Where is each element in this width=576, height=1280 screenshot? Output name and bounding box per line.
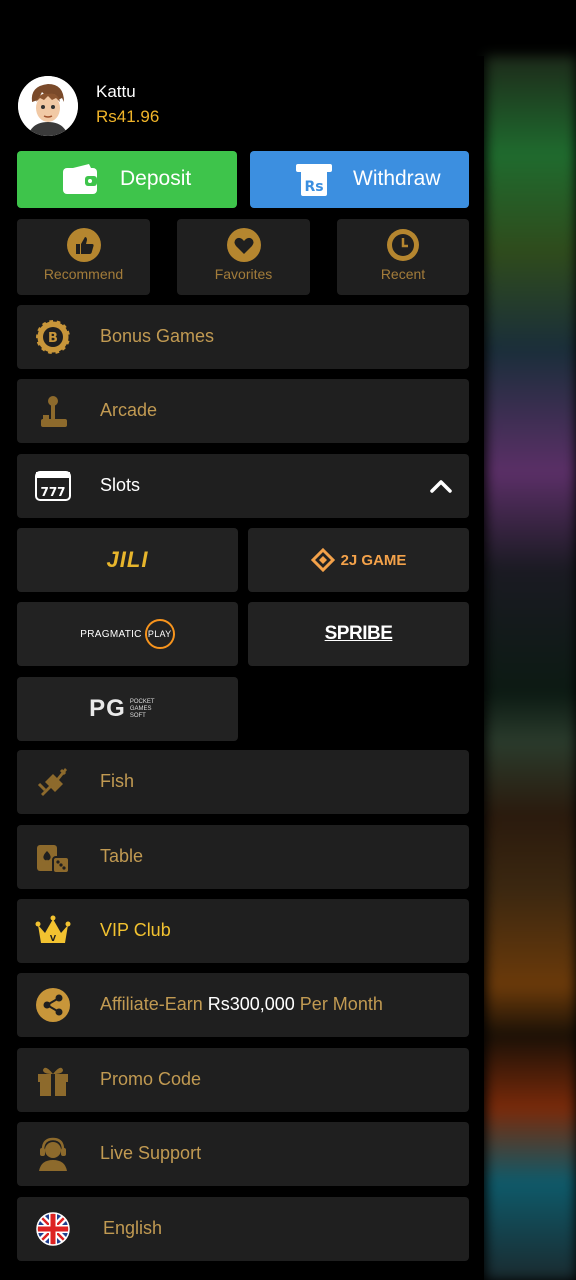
menu-vip-club[interactable]: V VIP Club (17, 899, 469, 963)
gift-icon (38, 1067, 68, 1096)
affiliate-amount: Rs300,000 (207, 994, 295, 1014)
menu-bonus-games[interactable]: B Bonus Games (17, 305, 469, 369)
provider-2j-game[interactable]: 2J GAME (248, 528, 469, 592)
side-drawer: Kattu Rs41.96 Deposit Rs Withdraw Recomm… (0, 56, 484, 1280)
svg-text:777: 777 (40, 485, 65, 499)
provider-pragmatic-play[interactable]: PRAGMATIC PLAY (17, 602, 238, 666)
2j-game-text: 2J GAME (340, 551, 407, 569)
provider-pg-soft[interactable]: PG POCKET GAMES SOFT (17, 677, 238, 741)
2j-diamond-icon (310, 548, 335, 572)
language-label: English (103, 1218, 163, 1238)
share-icon (36, 988, 70, 1022)
pg-text: PG (89, 695, 126, 722)
fish-label: Fish (100, 771, 135, 791)
promo-code-label: Promo Code (100, 1069, 202, 1089)
heart-icon (226, 228, 261, 262)
affiliate-label: Affiliate-Earn Rs300,000 Per Month (100, 994, 383, 1015)
spribe-logo: SPRIBE (324, 623, 393, 644)
bonus-games-label: Bonus Games (100, 326, 215, 346)
cards-dice-icon (37, 845, 70, 874)
uk-flag-icon (36, 1212, 70, 1246)
joystick-icon (41, 396, 67, 427)
pg-small-text: POCKET GAMES SOFT (129, 698, 155, 719)
menu-fish[interactable]: Fish (17, 750, 469, 814)
table-label: Table (100, 846, 144, 866)
pragmatic-text: PRAGMATIC (80, 628, 142, 640)
pragmatic-logo: PRAGMATIC PLAY (80, 619, 175, 649)
thumbs-up-icon (66, 228, 101, 262)
menu-slots[interactable]: 777 Slots (17, 454, 469, 518)
recommend-button[interactable]: Recommend (17, 219, 150, 295)
recent-label: Recent (380, 266, 426, 282)
chevron-up-icon[interactable] (429, 474, 453, 498)
slot-machine-icon: 777 (35, 471, 71, 501)
fish-icon (37, 768, 67, 796)
bonus-chip-icon: B (35, 319, 71, 355)
favorites-button[interactable]: Favorites (177, 219, 310, 295)
withdraw-label: Withdraw (353, 167, 441, 190)
pg-soft-logo: PG POCKET GAMES SOFT (89, 695, 166, 723)
deposit-label: Deposit (120, 167, 192, 190)
favorites-label: Favorites (214, 266, 273, 282)
menu-live-support[interactable]: Live Support (17, 1122, 469, 1186)
recommend-label: Recommend (43, 266, 124, 282)
provider-spribe[interactable]: SPRIBE (248, 602, 469, 666)
arcade-label: Arcade (100, 400, 158, 420)
withdraw-button[interactable]: Rs Withdraw (250, 151, 469, 208)
menu-promo-code[interactable]: Promo Code (17, 1048, 469, 1112)
recent-button[interactable]: Recent (337, 219, 469, 295)
avatar[interactable] (18, 76, 78, 136)
avatar-image (18, 76, 78, 136)
svg-text:B: B (48, 331, 58, 346)
user-header: Kattu Rs41.96 (18, 76, 458, 136)
deposit-button[interactable]: Deposit (17, 151, 237, 208)
headset-icon (39, 1137, 67, 1171)
slots-label: Slots (100, 475, 141, 495)
svg-text:V: V (50, 934, 57, 943)
crown-icon: V (35, 915, 71, 943)
pragmatic-play-badge: PLAY (144, 619, 175, 649)
wallet-icon (63, 164, 97, 194)
menu-arcade[interactable]: Arcade (17, 379, 469, 443)
background-game-blur (486, 56, 576, 1280)
jili-logo: JILI (106, 547, 149, 572)
vip-club-label: VIP Club (100, 920, 171, 940)
menu-affiliate[interactable]: Affiliate-Earn Rs300,000 Per Month (17, 973, 469, 1037)
rupee-atm-icon: Rs (296, 164, 332, 196)
2j-game-logo: 2J GAME (310, 548, 407, 572)
username: Kattu (96, 82, 136, 101)
affiliate-suffix: Per Month (294, 994, 383, 1014)
balance: Rs41.96 (96, 107, 160, 126)
menu-language[interactable]: English (17, 1197, 469, 1261)
svg-text:Rs: Rs (304, 179, 323, 195)
clock-icon (387, 229, 419, 261)
affiliate-prefix: Affiliate-Earn (100, 994, 208, 1014)
live-support-label: Live Support (100, 1143, 202, 1163)
provider-jili[interactable]: JILI (17, 528, 238, 592)
menu-table[interactable]: Table (17, 825, 469, 889)
